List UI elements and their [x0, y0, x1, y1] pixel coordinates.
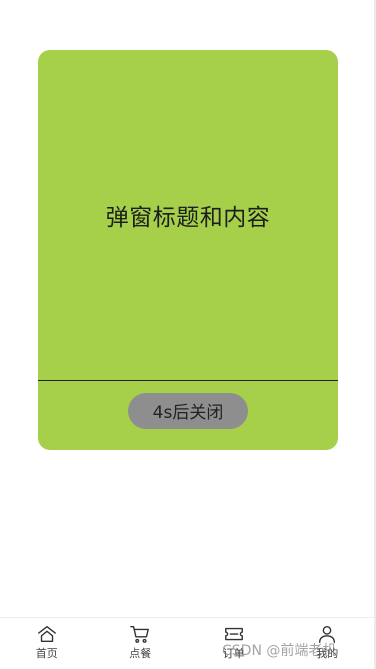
tab-home-label: 首页 — [35, 647, 58, 660]
tab-profile-label: 我的 — [316, 647, 339, 660]
tab-orders-label: 订单 — [222, 647, 245, 660]
tab-profile[interactable]: 我的 — [281, 618, 375, 669]
tab-order-food[interactable]: 点餐 — [94, 618, 188, 669]
popup-modal: 弹窗标题和内容 4s后关闭 — [38, 50, 338, 450]
home-icon — [37, 625, 56, 643]
tab-orders[interactable]: 订单 — [187, 618, 281, 669]
ticket-icon — [224, 627, 243, 641]
cart-icon — [130, 625, 150, 643]
tab-order-food-label: 点餐 — [129, 647, 152, 660]
tab-home[interactable]: 首页 — [0, 618, 94, 669]
modal-content: 弹窗标题和内容 — [105, 205, 271, 231]
modal-footer: 4s后关闭 — [38, 381, 338, 450]
user-icon — [319, 625, 336, 643]
modal-body: 弹窗标题和内容 — [38, 50, 338, 380]
bottom-tab-bar: 首页 点餐 订单 我的 — [0, 617, 374, 669]
page: 弹窗标题和内容 4s后关闭 首页 点餐 订单 我的 CSDN @前端老机 — [0, 0, 376, 669]
countdown-close-button[interactable]: 4s后关闭 — [128, 392, 248, 429]
